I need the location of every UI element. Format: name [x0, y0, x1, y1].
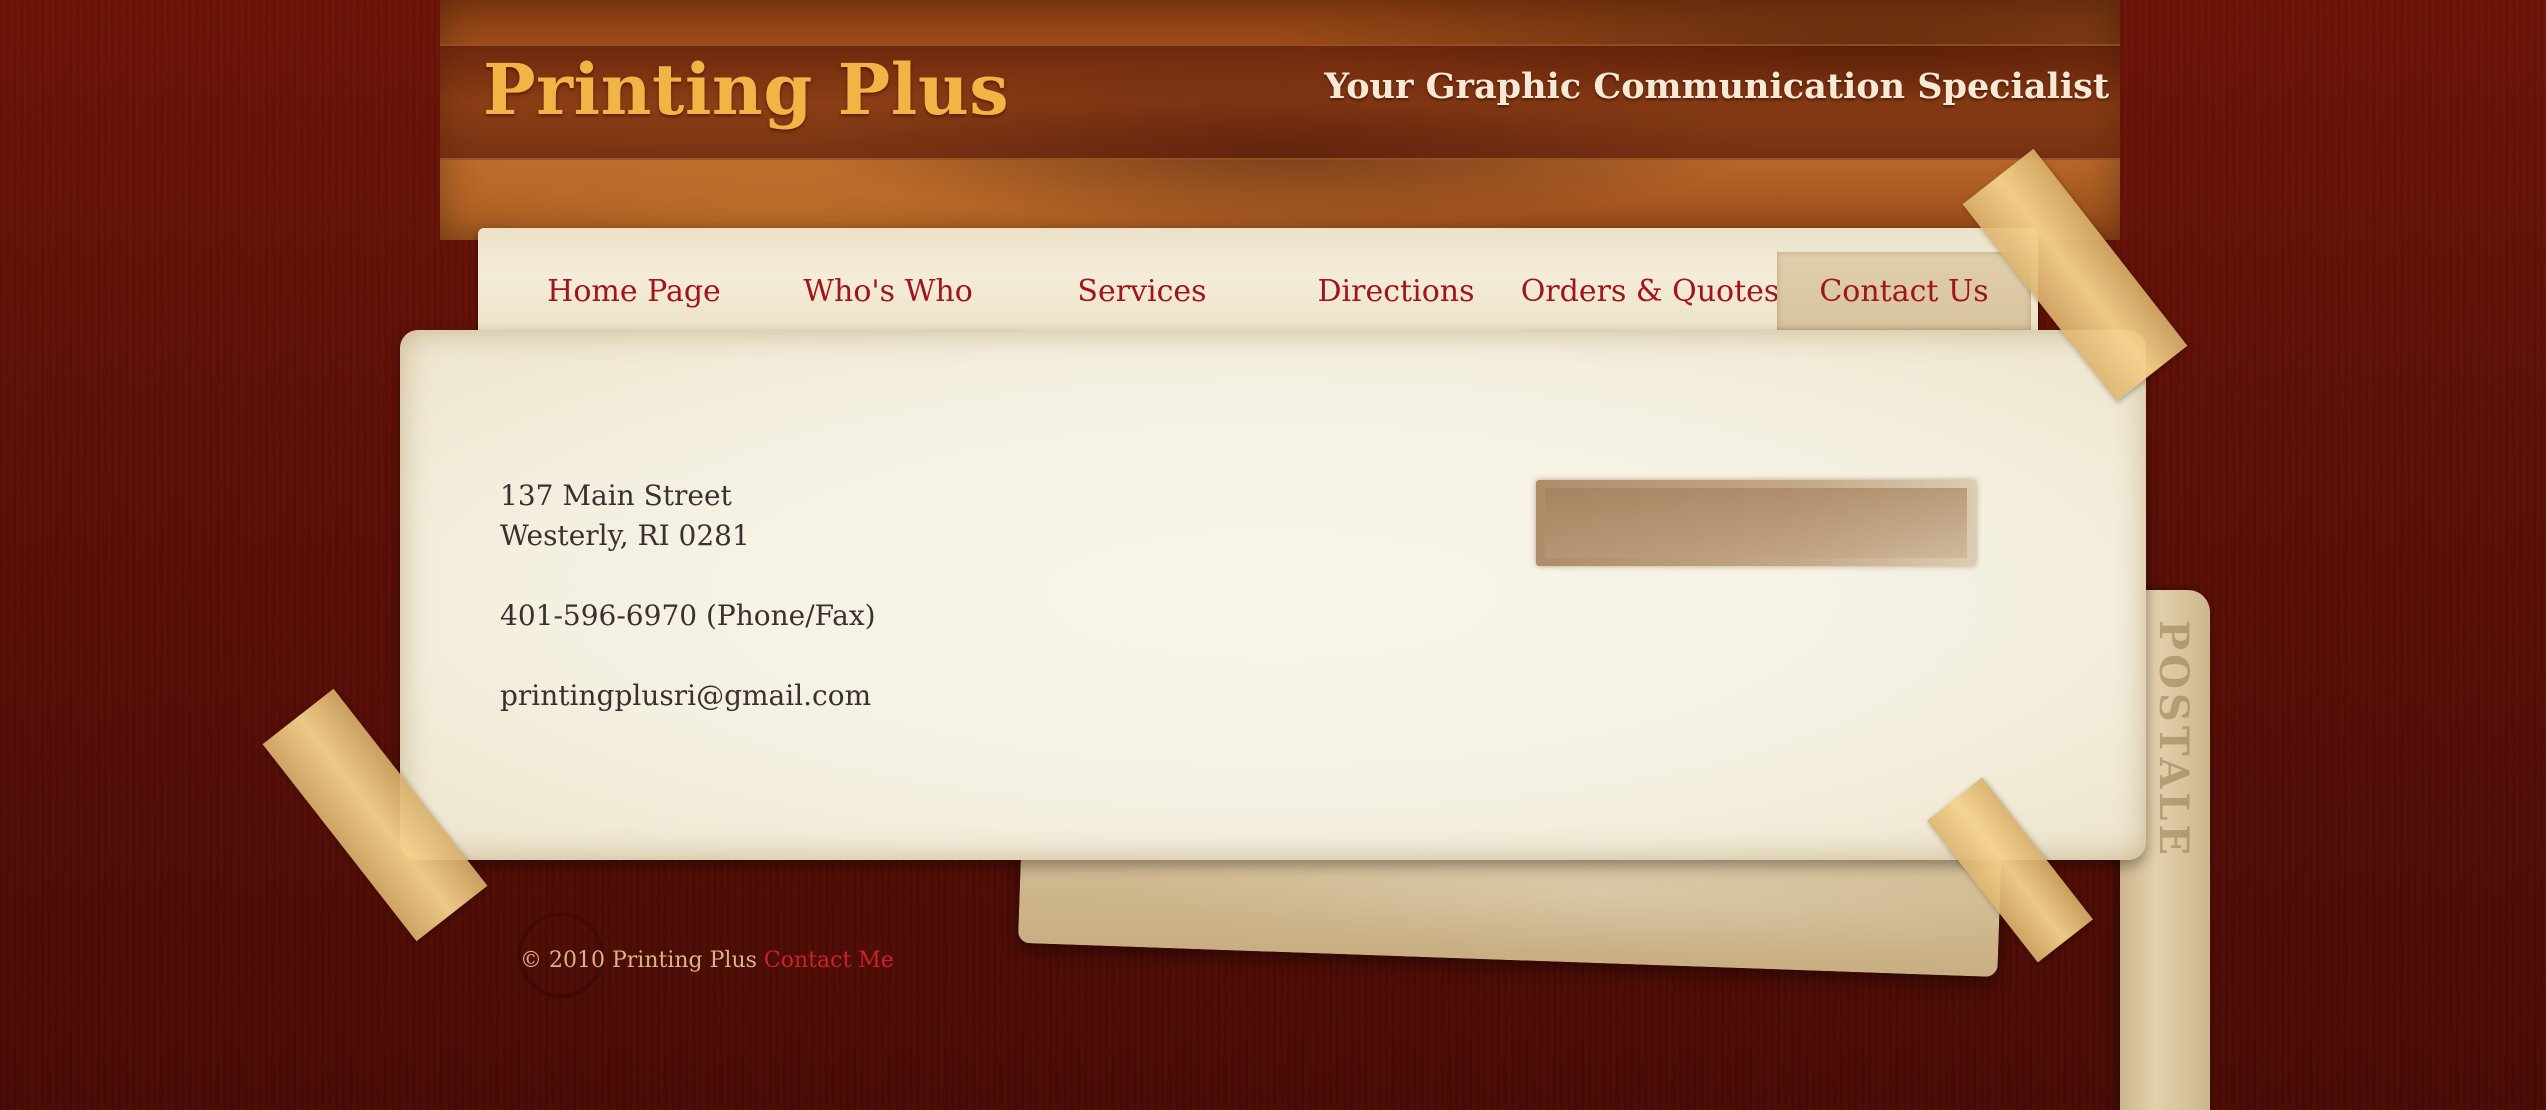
address-city: Westerly, RI 0281 — [500, 519, 750, 552]
nav-contact-us[interactable]: Contact Us — [1777, 252, 2031, 330]
contact-details: 137 Main Street Westerly, RI 0281 401-59… — [500, 476, 876, 716]
email-address[interactable]: printingplusri@gmail.com — [500, 676, 876, 716]
nav-whos-who[interactable]: Who's Who — [761, 252, 1015, 330]
map-thumbnail-image — [1545, 488, 1967, 558]
site-tagline: Your Graphic Communication Specialist — [1324, 66, 2109, 107]
main-nav: Home Page Who's Who Services Directions … — [507, 252, 2031, 330]
nav-orders-quotes[interactable]: Orders & Quotes — [1521, 252, 1780, 330]
nav-directions[interactable]: Directions — [1269, 252, 1523, 330]
address-street: 137 Main Street — [500, 479, 732, 512]
postcard-stamp-text: POSTALE — [2150, 620, 2197, 860]
footer-contact-link[interactable]: Contact Me — [764, 948, 894, 973]
phone-fax: 401-596-6970 (Phone/Fax) — [500, 599, 876, 632]
nav-home-page[interactable]: Home Page — [507, 252, 761, 330]
footer-copyright: © 2010 Printing Plus — [520, 948, 757, 973]
nav-services[interactable]: Services — [1015, 252, 1269, 330]
footer: © 2010 Printing Plus Contact Me — [520, 948, 894, 973]
site-title[interactable]: Printing Plus — [483, 48, 1009, 131]
